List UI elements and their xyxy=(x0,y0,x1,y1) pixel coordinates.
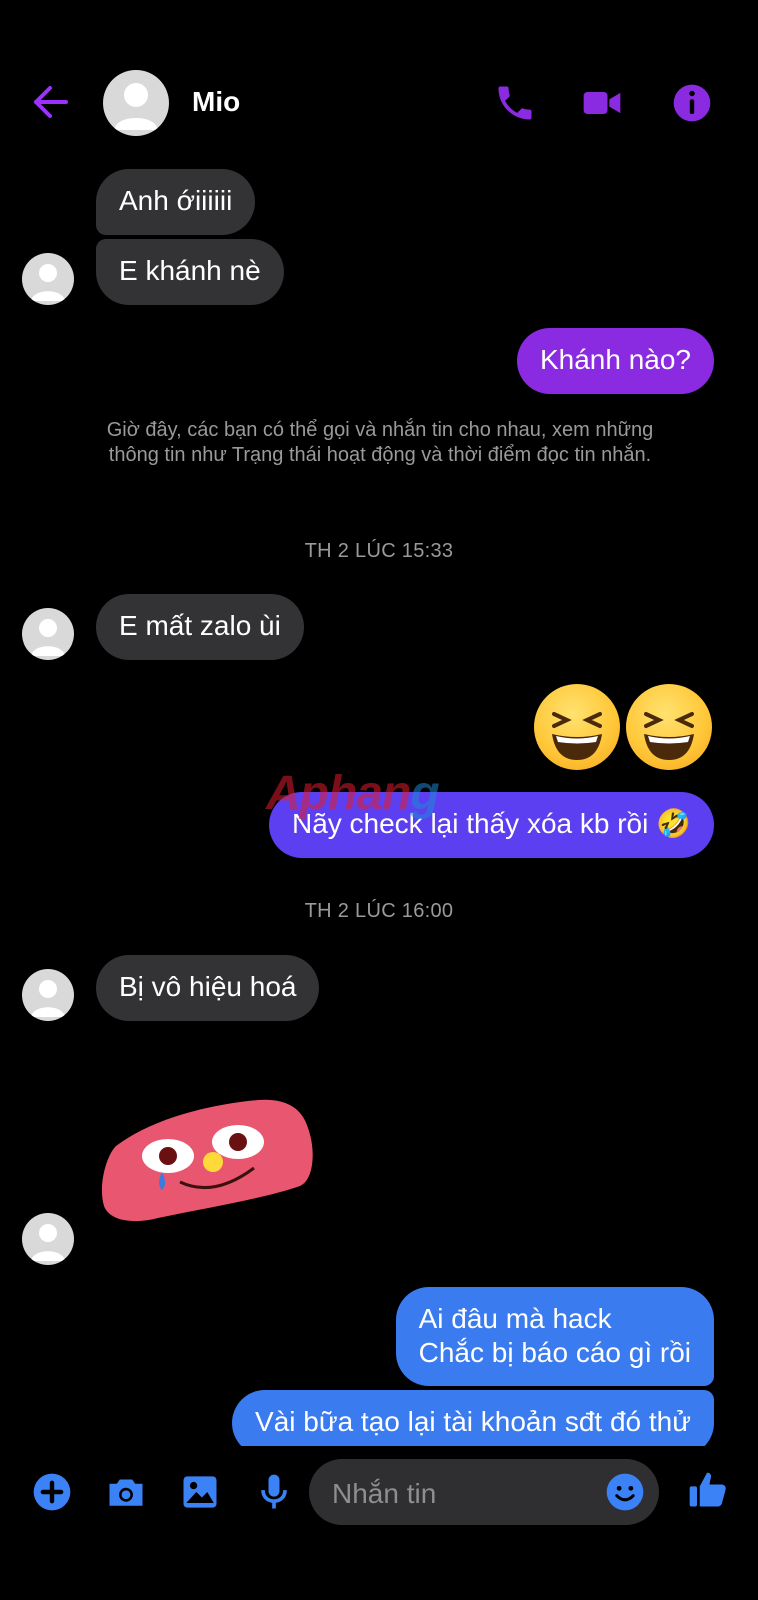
sender-avatar[interactable] xyxy=(22,253,74,305)
message-outgoing[interactable]: Khánh nào? xyxy=(516,328,714,394)
phone-icon[interactable] xyxy=(493,81,537,125)
info-icon[interactable] xyxy=(670,81,714,125)
message-outgoing[interactable]: Vài bữa tạo lại tài khoản sđt đó thử xyxy=(232,1390,714,1446)
contact-name[interactable]: Mio xyxy=(192,86,240,118)
message-incoming[interactable]: E mất zalo ùi xyxy=(96,594,304,660)
timestamp: TH 2 LÚC 16:00 xyxy=(304,900,454,922)
timestamp: TH 2 LÚC 15:33 xyxy=(304,540,454,562)
laughing-emoji-icon xyxy=(626,684,712,770)
sender-avatar[interactable] xyxy=(22,969,74,1021)
microphone-icon[interactable] xyxy=(252,1470,296,1514)
watermark-logo: Aphang xyxy=(266,767,440,820)
message-incoming[interactable]: Anh ớiiiiii xyxy=(96,169,256,235)
sticker-message[interactable] xyxy=(96,1098,316,1228)
plus-icon[interactable] xyxy=(30,1470,74,1514)
sender-avatar[interactable] xyxy=(22,608,74,660)
message-incoming[interactable]: E khánh nè xyxy=(96,239,284,305)
emoji-icon[interactable] xyxy=(603,1470,647,1514)
back-arrow-icon[interactable] xyxy=(30,84,70,120)
thumbs-up-icon[interactable] xyxy=(686,1468,730,1512)
message-line: Chắc bị báo cáo gì rồi xyxy=(418,1337,691,1368)
emoji-message[interactable]: 😆😆 xyxy=(530,684,720,774)
sender-avatar[interactable] xyxy=(22,1213,74,1265)
contact-avatar[interactable] xyxy=(103,70,169,136)
message-clip: Vài bữa tạo lại tài khoản sđt đó thử xyxy=(0,1390,758,1446)
camera-icon[interactable] xyxy=(104,1470,148,1514)
message-incoming[interactable]: Bị vô hiệu hoá xyxy=(96,955,320,1021)
message-line: Ai đâu mà hack xyxy=(418,1303,612,1334)
laughing-emoji-icon xyxy=(534,684,620,770)
image-icon[interactable] xyxy=(178,1470,222,1514)
system-notice: Giờ đây, các bạn có thể gọi và nhắn tin … xyxy=(106,419,654,466)
message-input-placeholder: Nhắn tin xyxy=(332,1478,437,1509)
message-outgoing[interactable]: Ai đâu mà hack Chắc bị báo cáo gì rồi xyxy=(395,1287,714,1386)
video-camera-icon[interactable] xyxy=(580,81,624,125)
